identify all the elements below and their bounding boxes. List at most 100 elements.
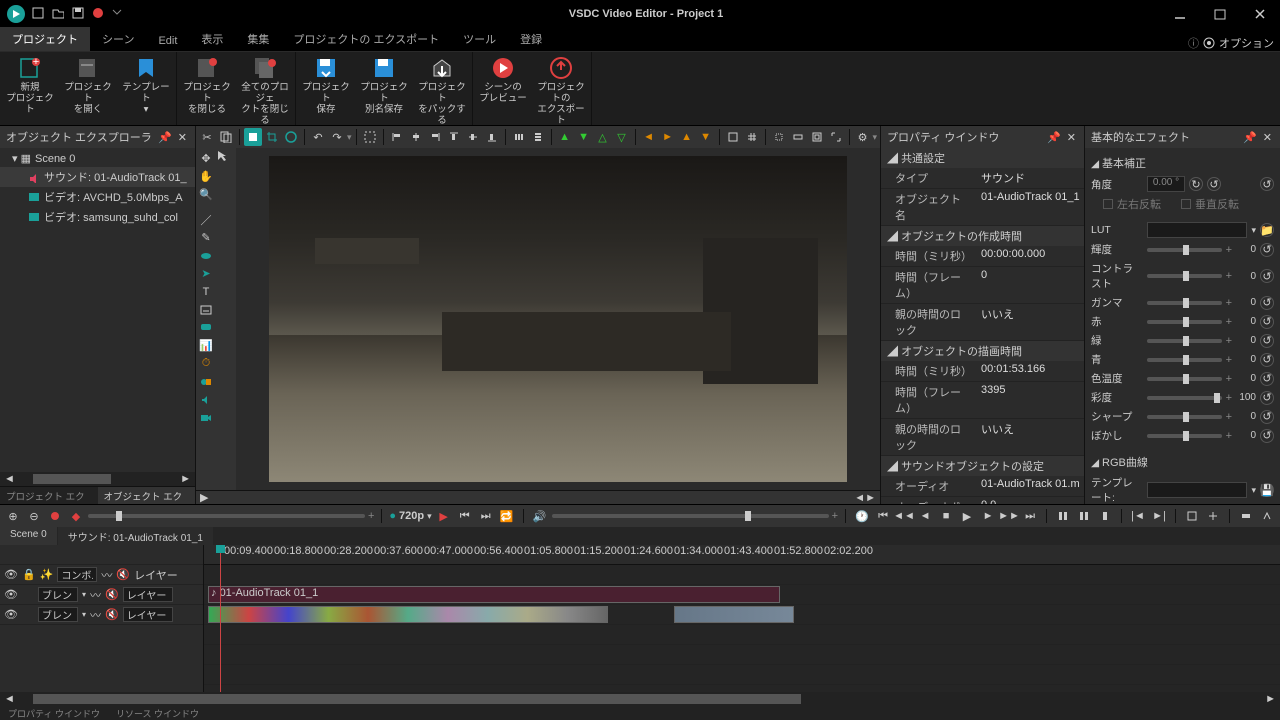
- qat-record-icon[interactable]: [92, 7, 106, 21]
- mute-icon[interactable]: 🔇: [116, 568, 130, 581]
- fx-slider[interactable]: [1147, 396, 1222, 400]
- tl-zoom-slider[interactable]: [88, 514, 365, 518]
- tree-item-audio[interactable]: サウンド: 01-AudioTrack 01_: [0, 167, 195, 187]
- tl-remove-icon[interactable]: ⊖: [25, 507, 43, 525]
- cursor-tool-icon[interactable]: [217, 150, 235, 162]
- minimize-button[interactable]: [1160, 0, 1200, 28]
- wave-icon[interactable]: 〰: [90, 607, 101, 623]
- safe-area-icon[interactable]: [808, 128, 826, 146]
- circle-tool-icon[interactable]: [282, 128, 300, 146]
- tl-tab-audio[interactable]: サウンド: 01-AudioTrack 01_1: [58, 527, 213, 545]
- fx-slider[interactable]: [1147, 274, 1222, 278]
- audio-tool-icon[interactable]: [197, 391, 215, 408]
- tl-volume-slider[interactable]: [552, 514, 829, 518]
- eye-icon[interactable]: 👁: [4, 568, 18, 581]
- tl-play-icon[interactable]: ▶: [435, 507, 453, 525]
- fx-icon[interactable]: ✨: [40, 568, 54, 581]
- qat-save-icon[interactable]: [72, 7, 86, 21]
- mute-icon[interactable]: 🔇: [105, 588, 119, 601]
- close-project-button[interactable]: プロジェクト を閉じる: [183, 54, 231, 126]
- prop-cat-sound[interactable]: ◢ サウンドオブジェクトの設定: [881, 456, 1084, 476]
- arrow-tool-icon[interactable]: ➤: [197, 265, 215, 282]
- save-as-button[interactable]: プロジェクト 別名保存: [360, 54, 408, 126]
- tl-key-icon[interactable]: ◆: [67, 507, 85, 525]
- save-project-button[interactable]: プロジェクト 保存: [302, 54, 350, 126]
- snap-icon[interactable]: [724, 128, 742, 146]
- mute-icon[interactable]: 🔇: [105, 608, 119, 621]
- distribute-v-icon[interactable]: [529, 128, 547, 146]
- reset-icon[interactable]: ↺: [1260, 334, 1274, 348]
- align-hcenter-icon[interactable]: [407, 128, 425, 146]
- tree-item-video2[interactable]: ビデオ: samsung_suhd_col: [0, 207, 195, 227]
- maximize-button[interactable]: [1200, 0, 1240, 28]
- lut-folder-icon[interactable]: 📁: [1260, 223, 1274, 237]
- rotate-ccw-icon[interactable]: ↺: [1207, 177, 1221, 191]
- tl-opt4-icon[interactable]: [1258, 507, 1276, 525]
- fx-slider[interactable]: [1147, 434, 1222, 438]
- template-button[interactable]: テンプレート ▾: [122, 54, 170, 115]
- go-down-icon[interactable]: ▼: [697, 128, 715, 146]
- wave-icon[interactable]: 〰: [101, 567, 112, 583]
- qat-new-icon[interactable]: [32, 7, 46, 21]
- tab-edit2[interactable]: 集集: [235, 27, 281, 51]
- tl-prev-icon[interactable]: ◄◄: [895, 507, 913, 525]
- editor-h-scroll[interactable]: ▶◄►: [196, 490, 880, 504]
- go-end-icon[interactable]: ►: [659, 128, 677, 146]
- reset-angle-icon[interactable]: ↺: [1260, 177, 1274, 191]
- tl-rec-icon[interactable]: [46, 507, 64, 525]
- settings-icon[interactable]: ⚙: [854, 128, 872, 146]
- align-bottom-icon[interactable]: [483, 128, 501, 146]
- reset-icon[interactable]: ↺: [1260, 410, 1274, 424]
- tl-clip-start-icon[interactable]: |◄: [1129, 507, 1147, 525]
- pin-icon[interactable]: 📌: [1241, 131, 1259, 144]
- blend-mode-input[interactable]: [38, 607, 78, 622]
- object-explorer-tab[interactable]: オブジェクト エクスプ...: [98, 487, 196, 504]
- undo-icon[interactable]: ↶: [309, 128, 327, 146]
- distribute-h-icon[interactable]: [510, 128, 528, 146]
- reset-icon[interactable]: ↺: [1260, 269, 1274, 283]
- go-up-icon[interactable]: ▲: [678, 128, 696, 146]
- wave-icon[interactable]: 〰: [90, 587, 101, 603]
- close-panel-icon[interactable]: ✕: [176, 131, 189, 144]
- pen-tool-icon[interactable]: ✎: [197, 229, 215, 246]
- reset-icon[interactable]: ↺: [1260, 243, 1274, 257]
- tab-export[interactable]: プロジェクトの エクスポート: [281, 27, 451, 51]
- tl-opt2-icon[interactable]: [1204, 507, 1222, 525]
- close-panel-icon[interactable]: ✕: [1261, 131, 1274, 144]
- preview-canvas[interactable]: [236, 148, 880, 490]
- tl-end-icon[interactable]: ⏭: [477, 507, 495, 525]
- bring-front-icon[interactable]: ▲: [556, 128, 574, 146]
- tl-last-icon[interactable]: ⏭: [1021, 507, 1039, 525]
- tl-opt1-icon[interactable]: [1183, 507, 1201, 525]
- select-icon[interactable]: [361, 128, 379, 146]
- rect-tool-icon[interactable]: [244, 128, 262, 146]
- fx-slider[interactable]: [1147, 415, 1222, 419]
- prop-cat-draw[interactable]: ◢ オブジェクトの描画時間: [881, 341, 1084, 361]
- reset-icon[interactable]: ↺: [1260, 429, 1274, 443]
- close-all-button[interactable]: 全てのプロジェ クトを閉じる: [241, 54, 289, 126]
- tl-play2-icon[interactable]: ▶: [958, 507, 976, 525]
- prop-cat-common[interactable]: ◢ 共通設定: [881, 148, 1084, 168]
- footer-tab-properties[interactable]: プロパティ ウインドウ: [0, 706, 108, 720]
- close-button[interactable]: [1240, 0, 1280, 28]
- tl-start-icon[interactable]: ⏮: [456, 507, 474, 525]
- timeline-ruler[interactable]: 00:09.40000:18.80000:28.20000:37.60000:4…: [204, 545, 1280, 565]
- eye-icon[interactable]: 👁: [4, 608, 18, 621]
- video-tool-icon[interactable]: [197, 409, 215, 426]
- resolution-label[interactable]: 720p: [399, 510, 424, 522]
- align-right-icon[interactable]: [426, 128, 444, 146]
- fx-rgb-header[interactable]: ◢ RGB曲線: [1089, 451, 1276, 473]
- align-vcenter-icon[interactable]: [464, 128, 482, 146]
- tl-add-icon[interactable]: ⊕: [4, 507, 22, 525]
- pin-icon[interactable]: 📌: [1045, 131, 1063, 144]
- template-save-icon[interactable]: 💾: [1260, 483, 1274, 497]
- guides-icon[interactable]: [770, 128, 788, 146]
- timeline-h-scroll[interactable]: ◄►: [0, 692, 1280, 706]
- angle-input[interactable]: 0.00 °: [1147, 176, 1185, 192]
- tab-register[interactable]: 登録: [508, 27, 554, 51]
- layer-name-input[interactable]: [123, 607, 173, 622]
- reset-icon[interactable]: ↺: [1260, 372, 1274, 386]
- copy-icon[interactable]: [217, 128, 235, 146]
- template-select[interactable]: [1147, 482, 1247, 498]
- playhead[interactable]: [220, 545, 221, 692]
